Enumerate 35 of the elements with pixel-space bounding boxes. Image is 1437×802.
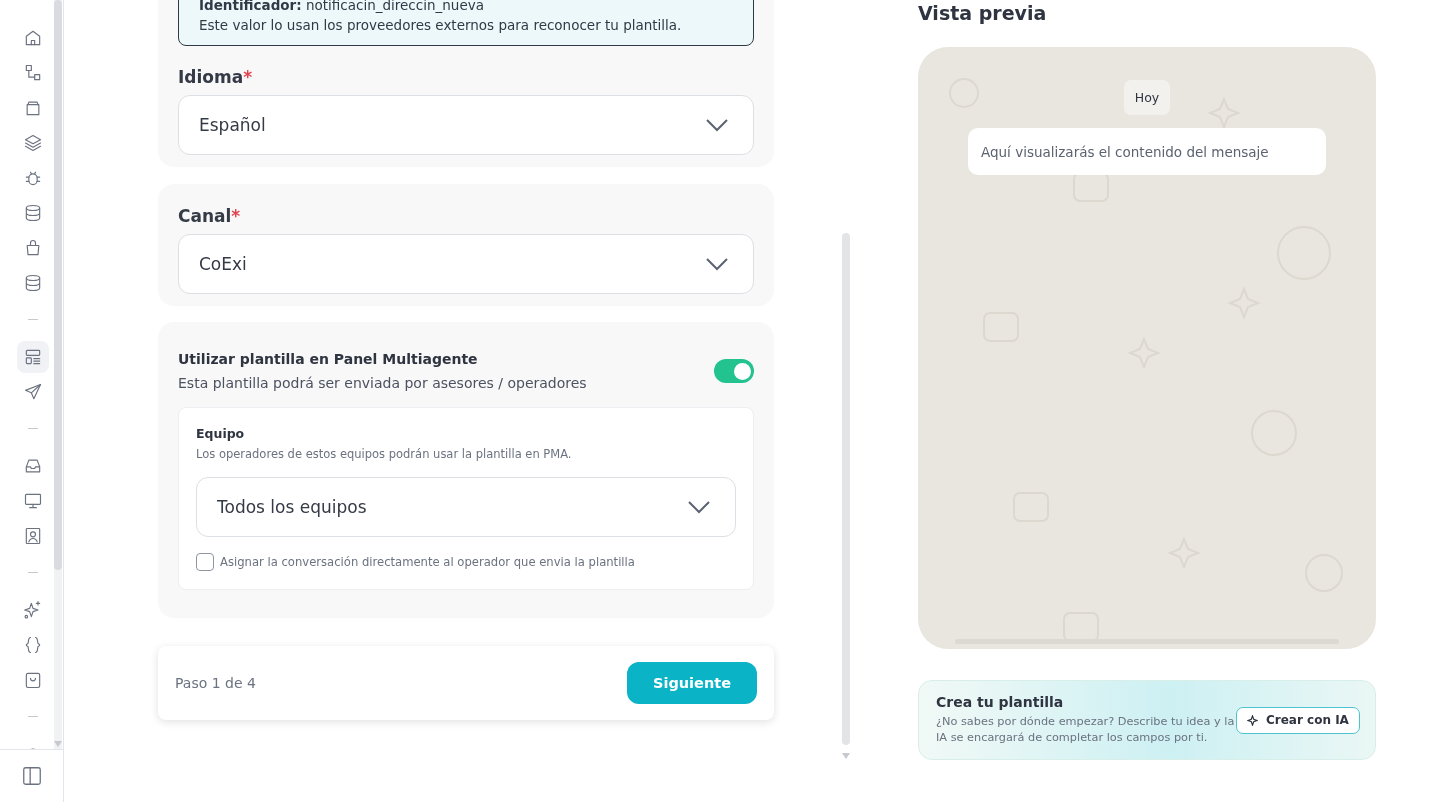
- braces-icon: [23, 634, 43, 655]
- card-description: ¿No sabes por dónde empezar? Describe tu idea y la IA se encargará de completar los campos por ti.: [936, 714, 1236, 746]
- sparkle-icon: [1247, 714, 1258, 726]
- card-title: Crea tu plantilla: [936, 694, 1065, 710]
- scrollbar[interactable]: [842, 233, 850, 759]
- field-description: Los operadores de estos equipos podrán usar la plantilla en PMA.: [196, 447, 573, 461]
- database-icon: [23, 202, 43, 223]
- flow-icon: [23, 62, 43, 83]
- panel-toggle-icon[interactable]: [20, 765, 43, 787]
- select-field[interactable]: Todos los equipos: [196, 477, 736, 537]
- checkbox[interactable]: [196, 553, 214, 571]
- database-icon: [23, 272, 43, 293]
- scrollbar[interactable]: [54, 0, 62, 749]
- chevron-down-icon: [687, 500, 711, 514]
- field-label: Equipo: [196, 426, 246, 441]
- checkbox-label: Asignar la conversación directamente al operador que envia la plantilla: [220, 555, 635, 569]
- toggle-switch[interactable]: [714, 359, 754, 383]
- setting-description: Esta plantilla podrá ser enviada por asesores / operadores: [178, 375, 587, 391]
- contact-icon: [23, 525, 43, 546]
- step-indicator: Paso 1 de 4: [175, 675, 256, 691]
- sparkles-icon: [23, 599, 43, 620]
- create-with-ai-button[interactable]: Crear con IA: [1236, 706, 1360, 734]
- select-field[interactable]: CoExi: [178, 234, 754, 294]
- layers-icon: [23, 132, 43, 153]
- message-bubble: Aquí visualizarás el contenido del mensaje: [968, 128, 1326, 175]
- section-title: Vista previa: [918, 1, 1048, 25]
- send-icon: [23, 381, 43, 402]
- setting-title: Utilizar plantilla en Panel Multiagente: [178, 351, 479, 367]
- info-message: Identificador: notificacin_direccin_nueva Este valor lo usan los proveedores externos para reconocer tu plantilla.: [178, 0, 754, 46]
- chevron-down-icon: [705, 257, 729, 271]
- chevron-down-icon: [705, 118, 729, 132]
- field-label: Idioma*: [178, 67, 254, 87]
- select-field[interactable]: Español: [178, 95, 754, 155]
- date-chip: Hoy: [1123, 80, 1171, 115]
- field-label: Canal*: [178, 206, 242, 226]
